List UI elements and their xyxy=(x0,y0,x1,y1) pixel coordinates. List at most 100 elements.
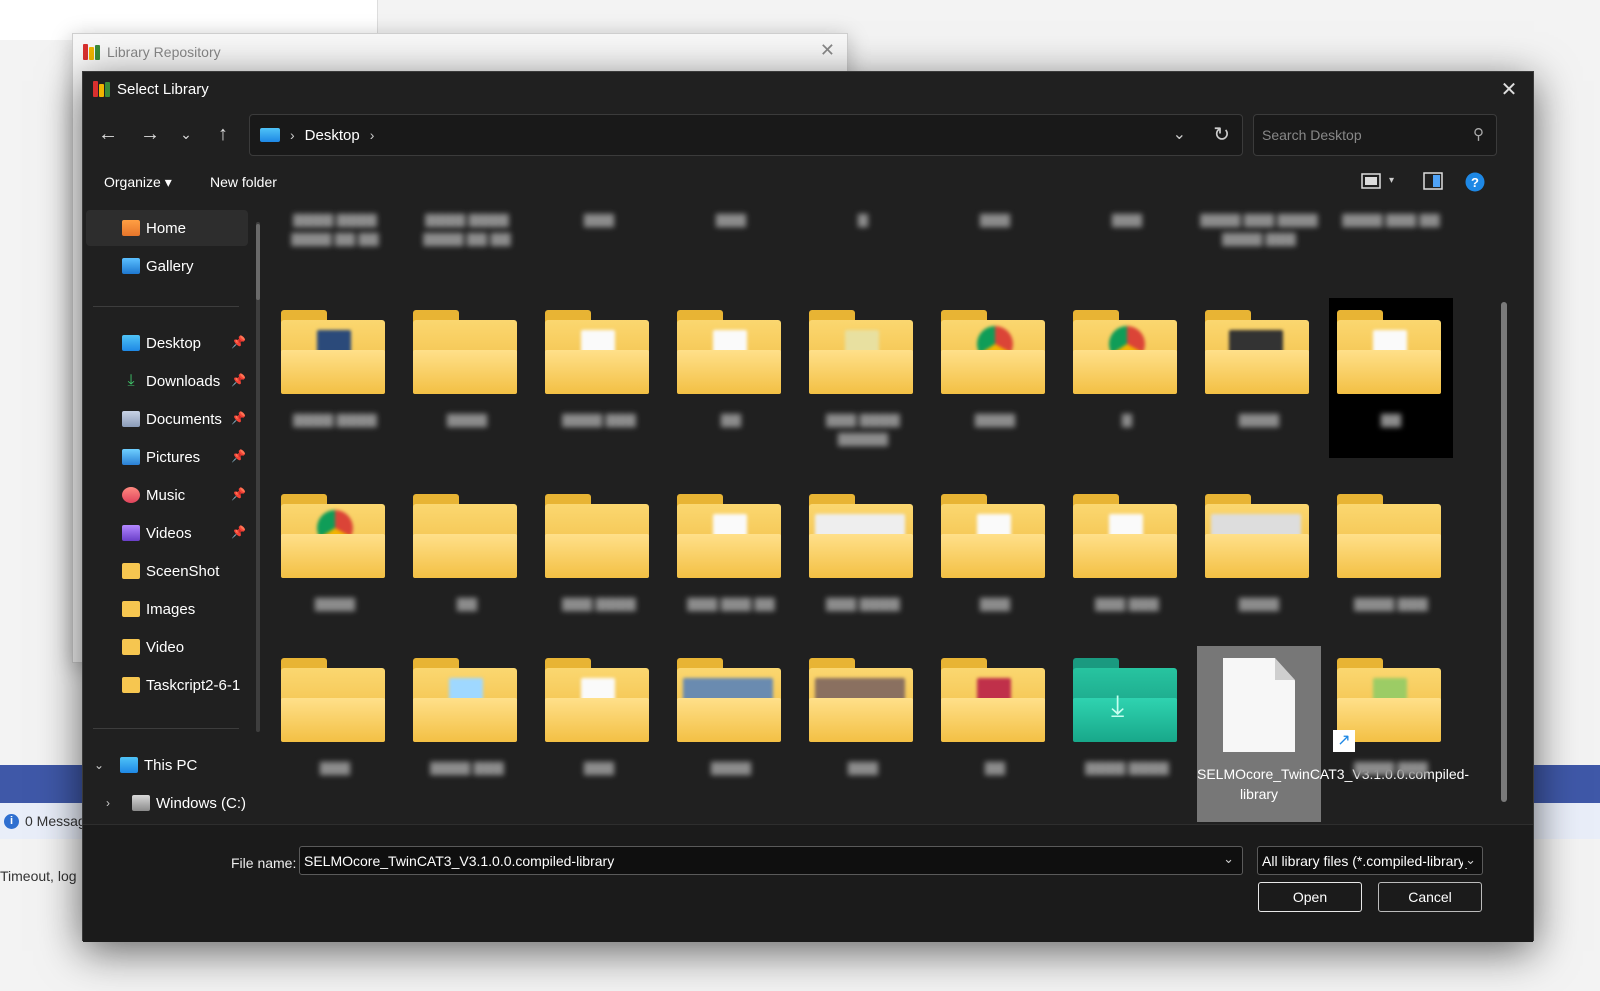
pin-icon[interactable]: 📌 xyxy=(231,525,246,539)
sidebar-item-this-pc[interactable]: ⌄ This PC xyxy=(86,747,248,783)
folder-icon xyxy=(809,310,913,394)
preview-pane-icon[interactable] xyxy=(1423,172,1443,190)
help-icon[interactable]: ? xyxy=(1465,172,1485,192)
folder-tile[interactable]: ▇▇▇ ▇▇▇▇ ▇▇▇▇▇ xyxy=(801,298,925,458)
file-name-area: File name: SELMOcore_TwinCAT3_V3.1.0.0.c… xyxy=(83,824,1533,942)
folder-tile[interactable]: ▇▇▇ ▇▇▇▇ xyxy=(537,482,661,642)
file-type-value: All library files (*.compiled-library) xyxy=(1262,852,1470,869)
chevron-right-icon[interactable]: › xyxy=(106,796,132,810)
blurred-file-label: ▇▇▇▇ xyxy=(975,412,1015,427)
drive-icon xyxy=(132,795,150,811)
repo-titlebar: Library Repository xyxy=(73,34,847,69)
folder-tile[interactable]: ▇▇▇▇ ▇▇▇ xyxy=(1329,482,1453,642)
sidebar-item-video[interactable]: Video xyxy=(86,629,248,665)
folder-tile[interactable]: ▇▇▇▇ xyxy=(273,482,397,642)
sidebar-item-sceenshot[interactable]: SceenShot xyxy=(86,553,248,589)
breadcrumb-desktop[interactable]: Desktop xyxy=(305,127,360,144)
pin-icon[interactable]: 📌 xyxy=(231,373,246,387)
folder-tile[interactable]: ▇▇▇▇ xyxy=(669,646,793,806)
folder-tile[interactable]: ▇▇▇▇ ▇▇▇ xyxy=(405,646,529,806)
open-button[interactable]: Open xyxy=(1258,882,1362,912)
sidebar-item-home[interactable]: Home xyxy=(86,210,248,246)
sidebar-item-taskcript[interactable]: Taskcript2-6-1 xyxy=(86,667,248,703)
folder-icon: ⤓ xyxy=(1073,658,1177,742)
selected-file-label: SELMOcore_TwinCAT3_V3.1.0.0.compiled-lib… xyxy=(1197,766,1470,802)
blurred-file-label: ▇▇▇▇ ▇▇▇ xyxy=(1354,760,1428,775)
folder-icon xyxy=(941,658,1045,742)
sidebar-item-pictures[interactable]: Pictures 📌 xyxy=(86,439,248,475)
sidebar-item-windows-c[interactable]: › Windows (C:) xyxy=(86,785,248,821)
forward-arrow-icon[interactable]: → xyxy=(135,119,165,149)
sidebar-item-images[interactable]: Images xyxy=(86,591,248,627)
view-options-chevron-icon[interactable]: ▾ xyxy=(1389,175,1401,193)
address-bar[interactable]: › Desktop › ⌄ ↻ xyxy=(249,114,1243,156)
organize-menu[interactable]: Organize ▾ xyxy=(104,174,172,191)
file-name-value[interactable]: SELMOcore_TwinCAT3_V3.1.0.0.compiled-lib… xyxy=(304,853,614,869)
download-arrow-icon: ⤓ xyxy=(127,372,135,389)
folder-tile[interactable]: ▇▇ xyxy=(933,646,1057,806)
pin-icon[interactable]: 📌 xyxy=(231,335,246,349)
repo-close-icon[interactable]: ✕ xyxy=(820,40,835,61)
folder-tile[interactable]: ▇▇ xyxy=(669,298,793,458)
documents-icon xyxy=(122,411,140,427)
blurred-file-label: ▇▇▇ ▇▇▇▇ ▇▇▇▇▇ xyxy=(826,412,900,446)
blurred-labels-row: ▇▇▇▇ ▇▇▇▇ ▇▇▇▇ ▇▇ ▇▇ ▇▇▇▇ ▇▇▇▇ ▇▇▇▇ ▇▇ ▇… xyxy=(273,210,1495,290)
dialog-title: Select Library xyxy=(117,80,209,98)
folder-tile[interactable]: ▇▇▇▇ xyxy=(1197,482,1321,642)
folder-icon xyxy=(677,658,781,742)
folder-tile[interactable]: ▇▇▇▇ xyxy=(933,298,1057,458)
folder-tile[interactable]: ▇ xyxy=(1065,298,1189,458)
up-arrow-icon[interactable]: ↑ xyxy=(208,119,238,149)
cancel-button[interactable]: Cancel xyxy=(1378,882,1482,912)
close-icon[interactable]: ✕ xyxy=(1493,74,1525,104)
folder-tile[interactable]: ▇▇ xyxy=(405,482,529,642)
sidebar-item-gallery[interactable]: Gallery xyxy=(86,248,248,284)
folder-tile[interactable]: ▇▇▇ xyxy=(537,646,661,806)
chevron-down-icon[interactable]: ⌄ xyxy=(1173,124,1186,144)
chevron-down-icon[interactable]: ⌄ xyxy=(94,758,120,772)
chevron-down-icon[interactable]: ⌄ xyxy=(1463,852,1476,868)
folder-tile[interactable]: ▇▇▇ ▇▇▇ ▇▇ xyxy=(669,482,793,642)
folder-tile[interactable]: ▇▇▇ ▇▇▇▇ xyxy=(801,482,925,642)
sidebar-item-music[interactable]: Music 📌 xyxy=(86,477,248,513)
blurred-file-label: ▇▇▇▇ ▇▇▇▇ xyxy=(293,412,377,427)
sidebar-item-desktop[interactable]: Desktop 📌 xyxy=(86,325,248,361)
folder-shortcut-tile[interactable]: ↗ ▇▇▇▇ ▇▇▇ xyxy=(1329,646,1453,806)
folder-tile[interactable]: ▇▇▇▇ ▇▇▇▇ xyxy=(273,298,397,458)
folder-tile[interactable]: ▇▇ xyxy=(1329,298,1453,458)
recent-locations-chevron-icon[interactable]: ⌄ xyxy=(171,119,201,149)
chevron-right-icon[interactable]: › xyxy=(370,127,375,143)
sidebar-item-videos[interactable]: Videos 📌 xyxy=(86,515,248,551)
pin-icon[interactable]: 📌 xyxy=(231,487,246,501)
chevron-right-icon[interactable]: › xyxy=(290,127,295,143)
sidebar-item-downloads[interactable]: ⤓ Downloads 📌 xyxy=(86,363,248,399)
search-box[interactable]: ⚲ xyxy=(1253,114,1497,156)
folder-tile[interactable]: ▇▇▇▇ xyxy=(1197,298,1321,458)
content-scrollbar[interactable] xyxy=(1501,302,1507,802)
folder-tile[interactable]: ▇▇▇▇ xyxy=(405,298,529,458)
refresh-icon[interactable]: ↻ xyxy=(1213,122,1230,147)
search-input[interactable] xyxy=(1262,127,1452,143)
pin-icon[interactable]: 📌 xyxy=(231,411,246,425)
selected-file-tile[interactable]: SELMOcore_TwinCAT3_V3.1.0.0.compiled-lib… xyxy=(1197,646,1470,822)
folder-tile[interactable]: ▇▇▇ xyxy=(273,646,397,806)
folder-tile[interactable]: ▇▇▇ xyxy=(933,482,1057,642)
sidebar-item-documents[interactable]: Documents 📌 xyxy=(86,401,248,437)
folder-tile[interactable]: ▇▇▇ xyxy=(801,646,925,806)
downloads-shortcut-tile[interactable]: ⤓ ▇▇▇▇ ▇▇▇▇ xyxy=(1065,646,1189,806)
view-mode-icon[interactable] xyxy=(1361,172,1381,190)
svg-text:?: ? xyxy=(1471,175,1479,190)
file-name-input[interactable]: SELMOcore_TwinCAT3_V3.1.0.0.compiled-lib… xyxy=(299,846,1243,875)
pin-icon[interactable]: 📌 xyxy=(231,449,246,463)
file-type-select[interactable]: All library files (*.compiled-library) ⌄ xyxy=(1257,846,1483,875)
back-arrow-icon[interactable]: ← xyxy=(93,119,123,149)
folder-tile[interactable]: ▇▇▇ ▇▇▇ xyxy=(1065,482,1189,642)
folder-tile[interactable]: ▇▇▇▇ ▇▇▇ xyxy=(537,298,661,458)
new-folder-button[interactable]: New folder xyxy=(210,174,277,190)
chevron-down-icon[interactable]: ⌄ xyxy=(1223,851,1234,867)
blurred-file-label: ▇▇▇▇ ▇▇▇▇ ▇▇▇▇ ▇▇ ▇▇ xyxy=(423,212,511,246)
blurred-file-label: ▇▇▇▇ ▇▇▇ xyxy=(1354,596,1428,611)
sidebar-scroll-thumb[interactable] xyxy=(256,224,260,300)
blurred-file-label: ▇▇▇ ▇▇▇▇ xyxy=(826,596,900,611)
blurred-file-label: ▇ xyxy=(1122,412,1132,427)
